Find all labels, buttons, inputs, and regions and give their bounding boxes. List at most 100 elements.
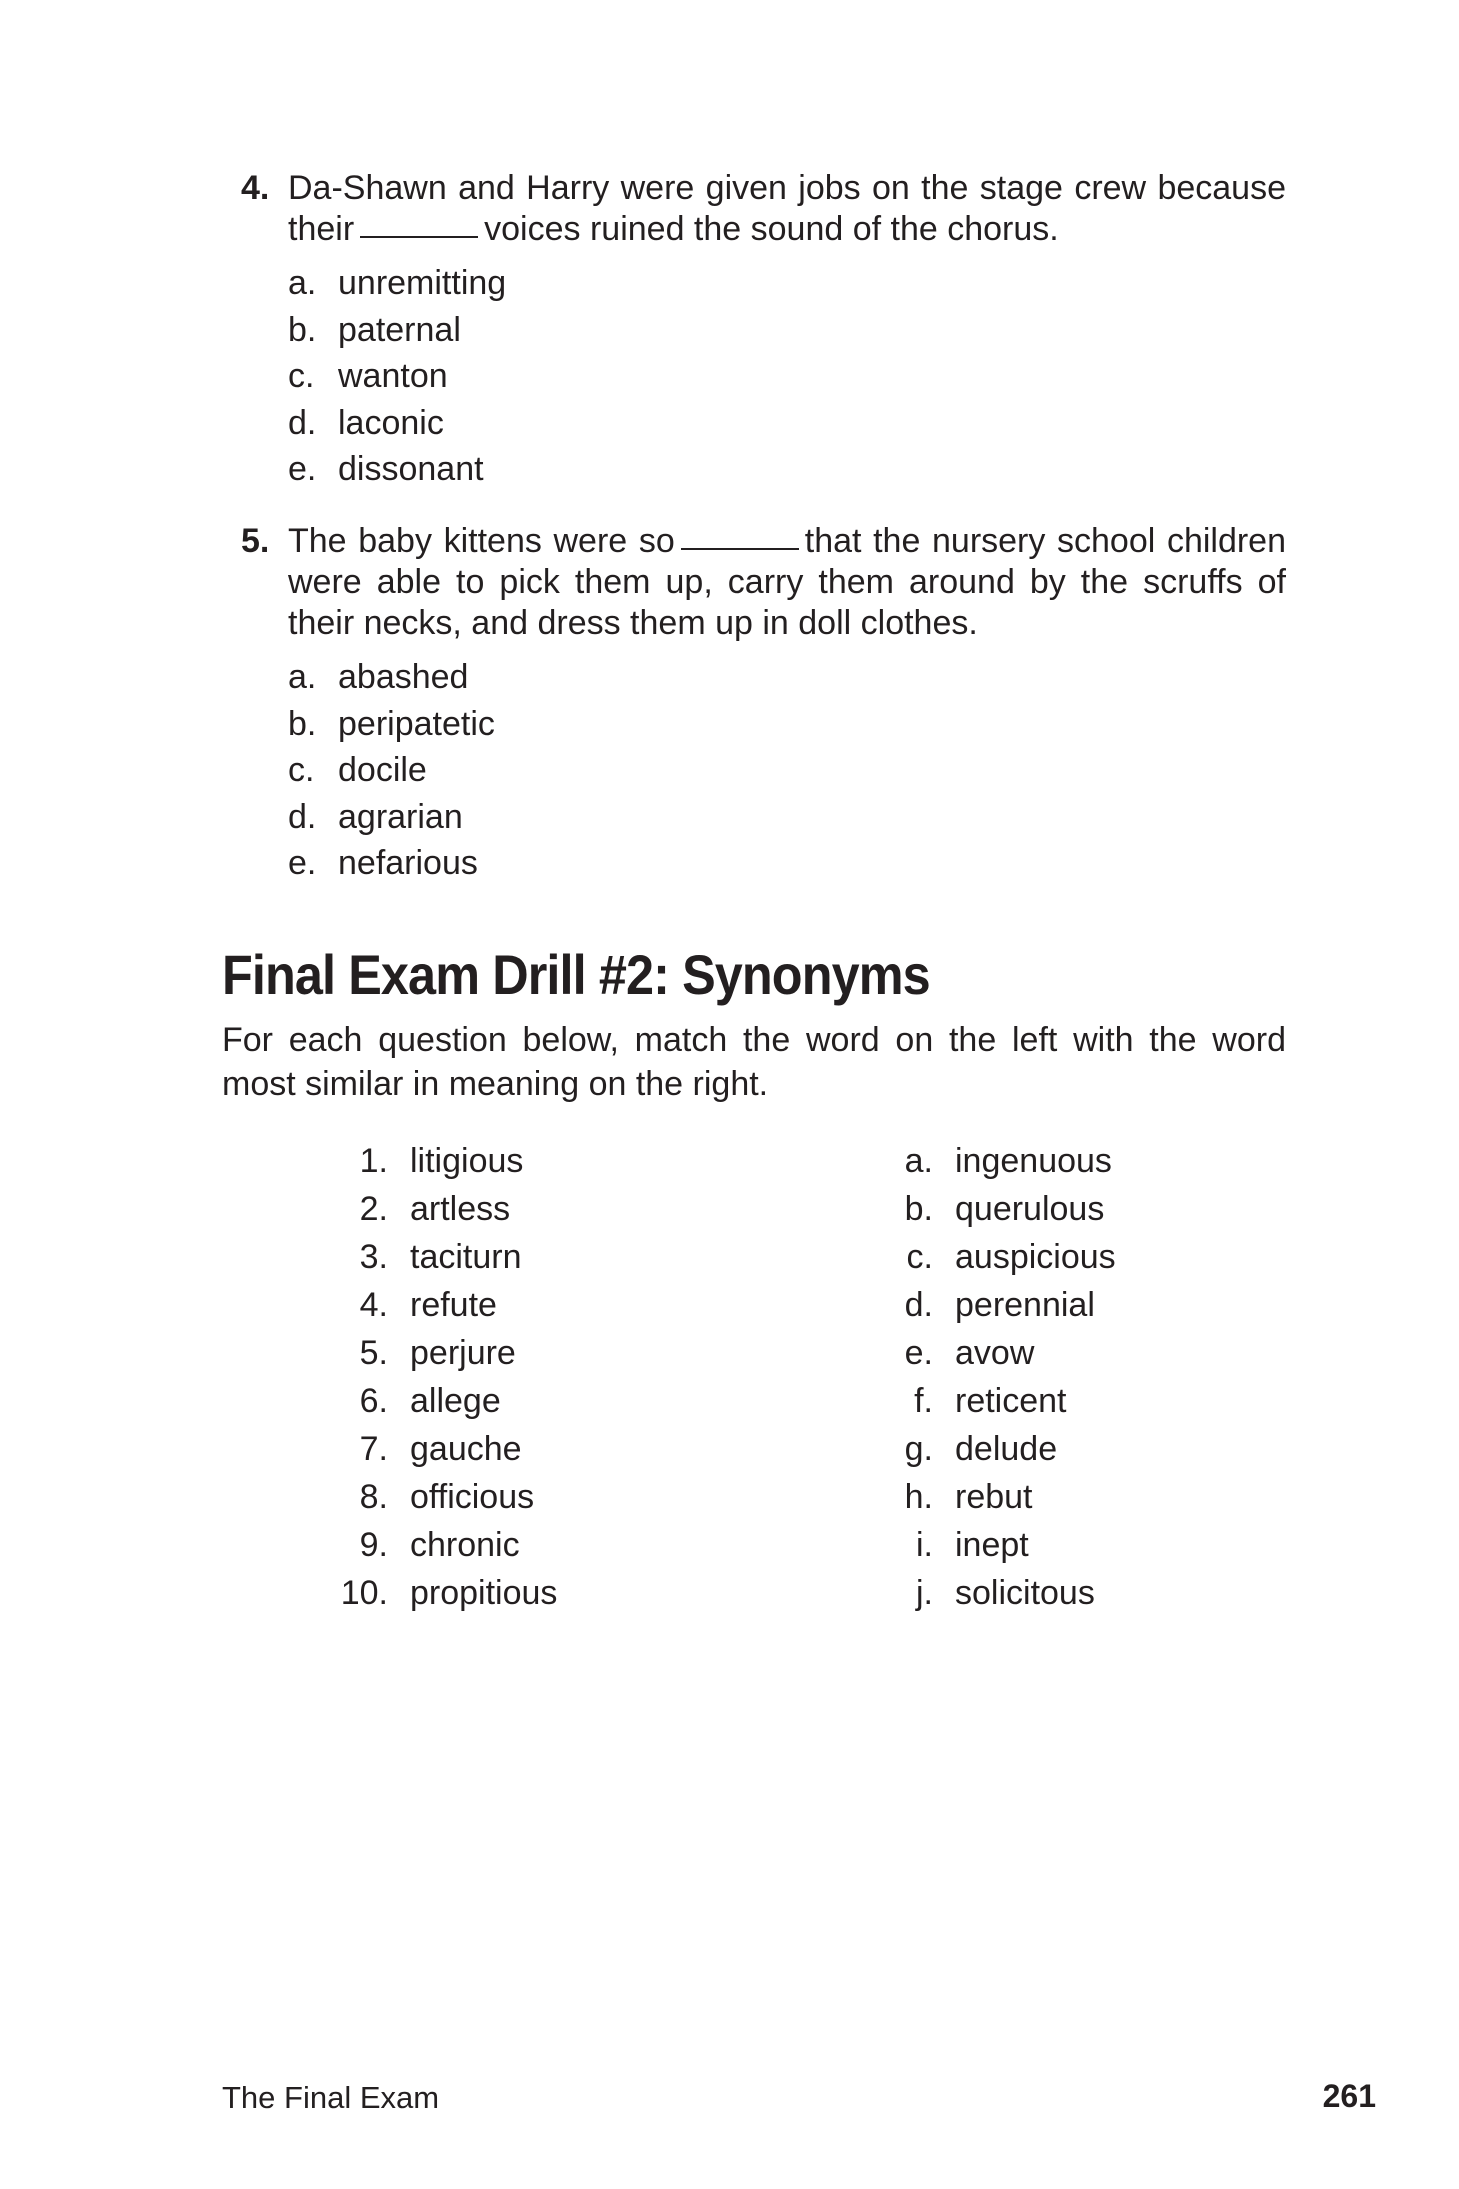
- option-letter: e.: [904, 1334, 933, 1372]
- choice-text: laconic: [338, 403, 444, 442]
- choice-letter: d.: [288, 403, 317, 442]
- matching-item[interactable]: 8. officious: [330, 1473, 557, 1521]
- matching-item[interactable]: 9. chronic: [330, 1521, 557, 1569]
- matching-option[interactable]: g. delude: [880, 1425, 1116, 1473]
- option-letter: c.: [906, 1238, 933, 1276]
- matching-option[interactable]: c. auspicious: [880, 1233, 1116, 1281]
- answer-choices: a. unremitting b. paternal c. wanton d. laco…: [288, 260, 1286, 493]
- answer-choice[interactable]: a. abashed: [288, 654, 1286, 701]
- option-word: inept: [955, 1526, 1029, 1564]
- matching-option[interactable]: d. perennial: [880, 1281, 1116, 1329]
- matching-item[interactable]: 4. refute: [330, 1281, 557, 1329]
- option-word: rebut: [955, 1478, 1033, 1516]
- option-letter: g.: [904, 1430, 933, 1468]
- item-word: allege: [410, 1382, 501, 1420]
- matching-item[interactable]: 6. allege: [330, 1377, 557, 1425]
- option-word: reticent: [955, 1382, 1067, 1420]
- matching-item[interactable]: 3. taciturn: [330, 1233, 557, 1281]
- question-number: 4.: [241, 169, 270, 207]
- option-letter: b.: [904, 1190, 933, 1228]
- item-number: 3.: [359, 1238, 388, 1276]
- answer-choice[interactable]: a. unremitting: [288, 260, 1286, 307]
- question-number: 5.: [241, 522, 270, 560]
- question-4: 4. Da-Shawn and Harry were given jobs on…: [241, 168, 1286, 493]
- choice-text: unremitting: [338, 264, 507, 302]
- item-word: gauche: [410, 1430, 522, 1468]
- choice-letter: e.: [288, 844, 317, 882]
- item-number: 10.: [340, 1574, 388, 1612]
- matching-option[interactable]: a. ingenuous: [880, 1137, 1116, 1185]
- item-number: 6.: [359, 1382, 388, 1420]
- choice-text: paternal: [338, 310, 461, 349]
- choice-letter: d.: [288, 797, 317, 836]
- option-word: avow: [955, 1334, 1035, 1372]
- matching-left-column: 1. litigious 2. artless 3. taciturn 4. refut…: [330, 1137, 558, 1617]
- matching-right-column: a. ingenuous b. querulous c. auspicious d. p…: [880, 1137, 1116, 1617]
- choice-letter: b.: [288, 310, 317, 349]
- choice-text: peripatetic: [338, 704, 495, 743]
- item-word: perjure: [410, 1334, 516, 1372]
- matching-option[interactable]: f. reticent: [880, 1377, 1116, 1425]
- choice-letter: b.: [288, 704, 317, 743]
- choice-text: dissonant: [338, 450, 484, 488]
- answer-choice[interactable]: c. wanton: [288, 353, 1286, 400]
- item-number: 7.: [359, 1430, 388, 1468]
- option-word: ingenuous: [955, 1142, 1112, 1180]
- item-number: 8.: [359, 1478, 388, 1516]
- item-word: propitious: [410, 1574, 558, 1612]
- matching-option[interactable]: i. inept: [880, 1521, 1116, 1569]
- item-number: 9.: [359, 1526, 388, 1564]
- option-letter: h.: [904, 1478, 933, 1516]
- choice-text: abashed: [338, 658, 469, 696]
- choice-text: docile: [338, 751, 427, 789]
- stem-text-before-blank: The baby kittens were so: [288, 522, 675, 560]
- answer-choices: a. abashed b. peripatetic c. docile d. agrar…: [288, 654, 1286, 887]
- choice-letter: c.: [288, 751, 315, 789]
- answer-choice[interactable]: e. nefarious: [288, 840, 1286, 887]
- item-word: artless: [410, 1190, 511, 1228]
- option-word: delude: [955, 1430, 1058, 1468]
- choice-letter: a.: [288, 264, 317, 302]
- option-word: auspicious: [955, 1238, 1116, 1276]
- item-word: litigious: [410, 1142, 524, 1180]
- choice-letter: a.: [288, 658, 317, 696]
- answer-choice[interactable]: e. dissonant: [288, 446, 1286, 493]
- answer-choice[interactable]: b. paternal: [288, 307, 1286, 354]
- matching-item[interactable]: 2. artless: [330, 1185, 557, 1233]
- option-letter: a.: [904, 1142, 933, 1180]
- answer-blank: [680, 548, 799, 550]
- choice-text: nefarious: [338, 844, 478, 882]
- matching-option[interactable]: j. solicitous: [880, 1569, 1116, 1617]
- answer-blank: [360, 236, 479, 238]
- book-page: 4. Da-Shawn and Harry were given jobs on…: [0, 0, 1459, 2189]
- matching-item[interactable]: 10. propitious: [330, 1569, 558, 1617]
- answer-choice[interactable]: b. peripatetic: [288, 701, 1286, 748]
- option-word: solicitous: [955, 1574, 1095, 1612]
- answer-choice[interactable]: c. docile: [288, 747, 1286, 794]
- choice-letter: c.: [288, 357, 315, 395]
- item-word: chronic: [410, 1526, 520, 1564]
- option-letter: d.: [904, 1286, 933, 1324]
- question-stem: 5. The baby kittens were so that the nurs…: [241, 521, 1286, 644]
- question-stem: 4. Da-Shawn and Harry were given jobs on…: [241, 168, 1286, 250]
- matching-item[interactable]: 1. litigious: [330, 1137, 557, 1185]
- option-letter: j.: [916, 1574, 933, 1612]
- option-word: querulous: [955, 1190, 1105, 1228]
- choice-text: wanton: [338, 357, 448, 395]
- answer-choice[interactable]: d. agrarian: [288, 794, 1286, 841]
- answer-choice[interactable]: d. laconic: [288, 400, 1286, 447]
- item-word: refute: [410, 1286, 497, 1324]
- page-number: 261: [1322, 2078, 1376, 2114]
- choice-text: agrarian: [338, 797, 463, 836]
- question-5: 5. The baby kittens were so that the nurs…: [241, 521, 1286, 887]
- matching-item[interactable]: 7. gauche: [330, 1425, 557, 1473]
- matching-option[interactable]: h. rebut: [880, 1473, 1116, 1521]
- running-footer-title: The Final Exam: [222, 2080, 440, 2115]
- choice-letter: e.: [288, 450, 317, 488]
- matching-option[interactable]: b. querulous: [880, 1185, 1116, 1233]
- item-word: officious: [410, 1478, 535, 1516]
- matching-option[interactable]: e. avow: [880, 1329, 1116, 1377]
- matching-item[interactable]: 5. perjure: [330, 1329, 557, 1377]
- item-number: 2.: [359, 1190, 388, 1228]
- item-number: 5.: [359, 1334, 388, 1372]
